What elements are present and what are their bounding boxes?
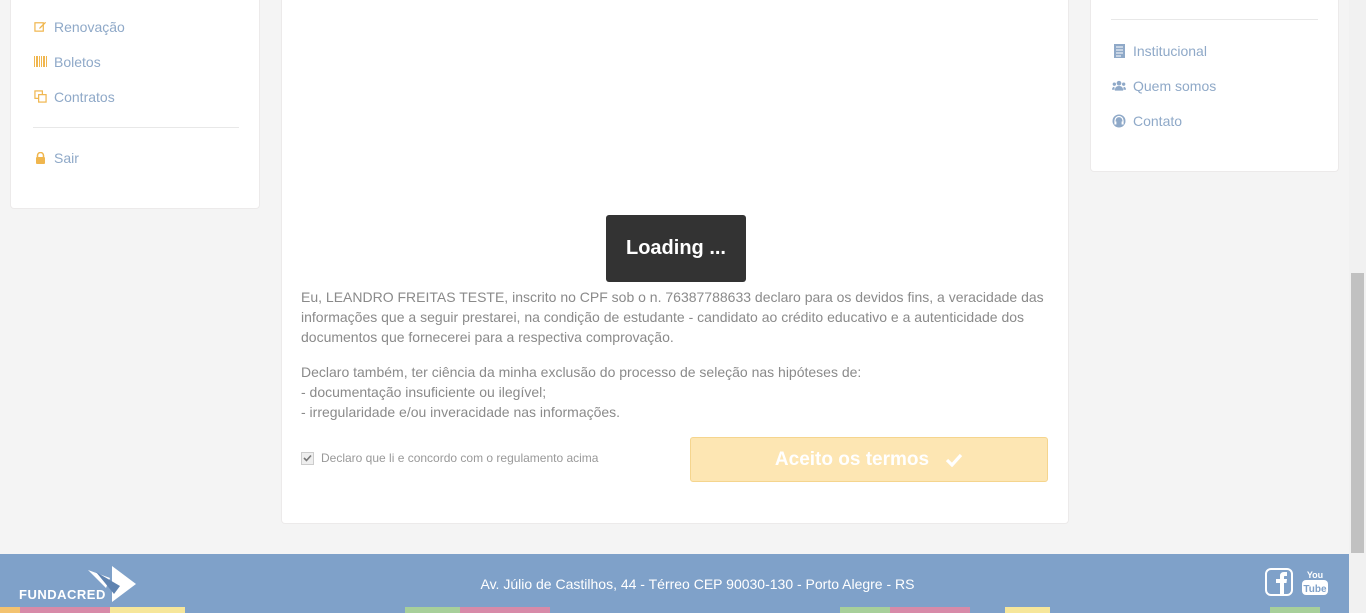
logout-link[interactable]: Sair <box>33 140 79 175</box>
logout-label: Sair <box>54 149 79 166</box>
exclusion-intro: Declaro também, ter ciência da minha exc… <box>301 364 862 380</box>
footer-stripe <box>840 607 890 613</box>
footer-stripe <box>890 607 970 613</box>
agree-checkbox-label[interactable]: Declaro que li e concordo com o regulame… <box>301 451 598 465</box>
svg-text:You: You <box>1307 570 1323 580</box>
users-icon <box>1112 79 1126 93</box>
headset-icon <box>1112 114 1126 128</box>
agree-text: Declaro que li e concordo com o regulame… <box>321 451 599 465</box>
menu-item-boletos[interactable]: Boletos <box>33 44 125 79</box>
menu-item-label: Renovação <box>54 18 125 35</box>
facebook-icon[interactable] <box>1265 568 1293 596</box>
accept-terms-button[interactable]: Aceito os termos <box>690 437 1048 482</box>
menu-item-contato[interactable]: Contato <box>1112 103 1216 138</box>
menu-item-contratos[interactable]: Contratos <box>33 79 125 114</box>
loading-overlay: Loading ... <box>606 215 746 282</box>
lock-icon <box>33 151 47 165</box>
footer-stripe <box>460 607 550 613</box>
menu-item-label: Boletos <box>54 53 101 70</box>
footer-stripe <box>1270 607 1320 613</box>
exclusion-paragraph: Declaro também, ter ciência da minha exc… <box>301 362 1051 422</box>
edit-icon <box>33 20 47 34</box>
menu-item-institucional[interactable]: Institucional <box>1112 33 1216 68</box>
document-icon <box>1112 43 1126 58</box>
menu-item-label: Quem somos <box>1133 77 1217 94</box>
logout-menu: Sair <box>33 140 79 175</box>
divider <box>1111 19 1318 20</box>
divider <box>33 127 239 128</box>
copy-icon <box>33 90 47 104</box>
svg-text:Tube: Tube <box>1303 584 1327 595</box>
check-icon <box>945 453 963 467</box>
footer-stripe <box>1005 607 1050 613</box>
barcode-icon <box>33 55 47 69</box>
declaration-paragraph: Eu, LEANDRO FREITAS TESTE, inscrito no C… <box>301 289 1044 345</box>
user-menu: Renovação Boletos Contratos <box>33 9 125 114</box>
exclusion-item: - irregularidade e/ou inveracidade nas i… <box>301 404 621 420</box>
footer: FUNDACRED Av. Júlio de Castilhos, 44 - T… <box>0 554 1366 613</box>
scrollbar-thumb[interactable] <box>1351 273 1364 553</box>
menu-item-renovacao[interactable]: Renovação <box>33 9 125 44</box>
agree-checkbox[interactable] <box>301 451 314 465</box>
footer-stripe <box>405 607 460 613</box>
terms-card: Loading ... Eu, LEANDRO FREITAS TESTE, i… <box>281 0 1069 524</box>
youtube-icon[interactable]: You Tube <box>1301 568 1329 596</box>
menu-item-quem-somos[interactable]: Quem somos <box>1112 68 1216 103</box>
exclusion-item: - documentação insuficiente ou ilegível; <box>301 384 547 400</box>
footer-stripe <box>110 607 185 613</box>
footer-stripe <box>20 607 110 613</box>
menu-item-label: Institucional <box>1133 42 1207 59</box>
info-menu-card: Institucional Quem somos Contato <box>1090 0 1339 172</box>
info-menu: Institucional Quem somos Contato <box>1112 33 1216 138</box>
menu-item-label: Contratos <box>54 88 115 105</box>
menu-item-label: Contato <box>1133 112 1183 129</box>
accept-terms-label: Aceito os termos <box>774 448 930 470</box>
footer-stripe <box>0 607 20 613</box>
user-menu-card: Renovação Boletos Contratos Sair <box>10 0 260 209</box>
footer-address: Av. Júlio de Castilhos, 44 - Térreo CEP … <box>480 576 915 592</box>
